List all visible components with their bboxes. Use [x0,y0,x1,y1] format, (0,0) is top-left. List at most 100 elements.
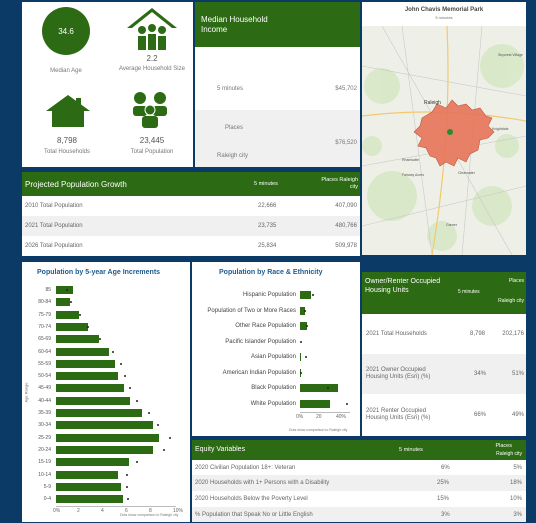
growth-row-2010-raleigh: 407,090 [335,203,357,209]
equity-row-veteran-5min: 6% [441,464,450,471]
tenure-row-households-label: 2021 Total Households [366,331,427,337]
tenure-col1: 5 minutes [458,289,480,295]
race-chart-xtick: 20 [316,414,322,420]
race-chart-comparison-dot [312,294,314,296]
map-subtitle: 5 minutes [435,15,453,20]
equity-col2-b: Raleigh city [496,451,522,457]
map-place-fairway: Fairway Acres [402,173,424,177]
map-panel[interactable]: John Chavis Memorial Park 5 minutes Rale… [362,2,526,255]
race-chart-category-label: Hispanic Population [242,292,296,298]
race-chart-xtick: 40% [336,414,347,420]
growth-row-2010-label: 2010 Total Population [25,203,83,209]
age-chart-category-label: 0-4 [43,496,51,503]
growth-row-2026: 2026 Total Population 25,834 509,978 [22,236,360,256]
equity-row-english-5min: 3% [441,511,450,518]
age-chart-bar [56,347,109,356]
tenure-row-owner-raleigh: 51% [511,371,524,377]
race-chart-comparison-dot [300,371,303,374]
age-chart-bar [56,495,124,504]
tenure-panel: Owner/Renter Occupied Housing Units 5 mi… [362,272,526,436]
house-icon [46,95,90,127]
equity-title: Equity Variables [195,446,246,453]
income-row-5min: 5 minutes $45,702 [195,66,360,106]
equity-row-disability: 2020 Households with 1+ Persons with a D… [192,475,526,491]
map-place-skycrest: Skycrest Village [498,53,523,57]
median-age-label: Median Age [50,68,82,74]
age-chart-category-label: 35-39 [38,410,51,416]
growth-col2: Places Raleigh city [321,177,358,190]
total-population-label: Total Population [130,149,174,155]
age-chart-comparison-dot [125,485,128,488]
age-chart-comparison-dot [168,436,171,439]
income-row-raleigh-label-a: Places [225,125,244,131]
race-chart-category-label: Other Race Population [235,323,296,329]
median-income-header: Median Household Income [195,2,360,47]
growth-row-2026-label: 2026 Total Population [25,243,83,249]
map-title: John Chavis Memorial Park [404,7,484,13]
race-chart-category-label: Pacific Islander Population [225,338,296,345]
tenure-row-owner: 2021 Owner Occupied Housing Units (Esri)… [362,354,526,394]
race-chart-xtick: 0% [296,414,304,420]
tenure-row-households: 2021 Total Households 8,798 202,176 [362,314,526,354]
income-row-raleigh: Places Raleigh city $76,520 [195,110,360,167]
total-households-value: 8,798 [56,136,78,145]
age-chart-comparison-dot [65,289,68,291]
tenure-row-owner-label: 2021 Owner Occupied Housing Units (Esri)… [366,367,431,380]
total-households-label: Total Households [43,149,91,155]
race-chart-comparison-dot [300,340,302,343]
growth-row-2010-5min: 22,666 [258,203,277,209]
equity-row-disability-5min: 25% [437,480,450,486]
map-place-garner: Garner [446,223,458,227]
growth-panel: Projected Population Growth 5 minutes Pl… [22,172,360,256]
age-chart-comparison-dot [136,399,139,402]
equity-panel: Equity Variables 5 minutes Places Raleig… [192,440,526,522]
equity-row-disability-label: 2020 Households with 1+ Persons with a D… [195,480,330,486]
race-chart-plot: Hispanic Population Population of Two or … [192,262,360,436]
race-chart-category-label: White Population [250,400,296,407]
age-chart-bar [56,298,71,307]
equity-row-poverty-raleigh: 10% [509,496,522,502]
growth-row-2021-raleigh: 480,766 [335,223,357,229]
race-chart-category-label: Asian Population [250,354,296,360]
equity-row-veteran-label: 2020 Civilian Population 18+: Veteran [195,464,296,471]
race-chart-category-label: American Indian Population [222,369,296,376]
age-chart-category-label: 75-79 [38,311,51,318]
age-chart-bar [56,310,79,319]
age-chart-comparison-dot [112,350,115,353]
age-chart-bar [56,384,125,393]
age-chart-xtick: 0% [53,508,61,515]
age-chart-bar [56,322,89,331]
equity-row-veteran-raleigh: 5% [513,464,522,471]
age-chart-comparison-dot [125,473,128,476]
age-chart-bar [56,470,119,479]
tenure-row-renter-raleigh: 49% [511,412,524,418]
growth-header: Projected Population Growth 5 minutes Pl… [22,172,360,196]
total-population-value: 23,445 [139,136,165,145]
map-place-raleigh: Raleigh [424,100,441,106]
age-chart-category-label: 25-29 [38,434,51,441]
age-chart-comparison-dot [119,362,122,365]
age-chart-comparison-dot [78,313,81,316]
age-chart-category-label: 45-49 [38,385,51,392]
tenure-row-households-raleigh: 202,176 [502,331,524,337]
age-chart-category-label: 15-19 [38,459,51,466]
age-chart-category-label: 60-64 [38,348,51,355]
age-chart-xtick: 4 [101,508,104,515]
household-people-icon [127,8,177,50]
race-chart-comparison-dot [346,402,348,405]
growth-row-2021-label: 2021 Total Population [25,223,83,229]
map-canvas[interactable]: Raleigh Skycrest Village Knightdale Rham… [362,26,526,255]
map-place-rhamkatte: Rhamkatte [402,158,419,162]
equity-row-english: % Population that Speak No or Little Eng… [192,507,526,522]
age-chart-comparison-dot [70,301,73,304]
race-chart-category-label: Population of Two or More Races [207,307,296,314]
age-chart-bar [56,396,131,405]
tenure-col2-b: Raleigh city [498,298,524,304]
age-chart-xtick: 2 [77,508,80,515]
household-size-value: 2.2 [146,54,158,63]
income-row-5min-label: 5 minutes [217,86,244,92]
age-chart-bar [56,482,121,491]
race-chart-bar [300,353,301,361]
equity-col1: 5 minutes [399,447,423,453]
median-age-value: 34.6 [58,27,74,36]
